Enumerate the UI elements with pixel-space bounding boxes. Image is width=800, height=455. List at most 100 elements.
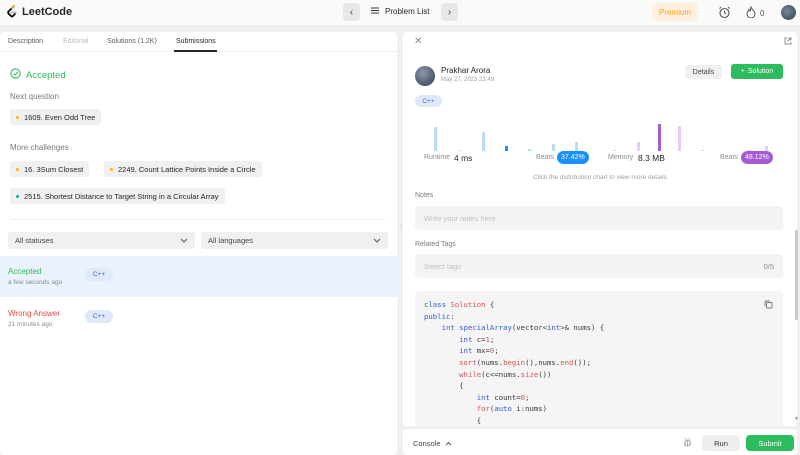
submission-row[interactable]: Wrong Answer 21 minutes ago C++	[0, 298, 397, 339]
premium-button[interactable]: Premium	[652, 3, 698, 21]
runtime-dist-bar	[552, 144, 555, 151]
submission-time: 21 minutes ago	[8, 321, 53, 328]
notes-input[interactable]: Write your notes here	[415, 206, 783, 230]
brand-name: LeetCode	[22, 6, 73, 18]
code-line: class Solution {	[424, 300, 495, 309]
chart-hint: Click the distribution chart to view mor…	[533, 174, 667, 181]
console-toggle[interactable]: Console	[413, 439, 452, 448]
submission-language: C++	[85, 268, 113, 281]
user-avatar[interactable]	[781, 5, 796, 20]
submission-row[interactable]: Accepted a few seconds ago C++	[0, 256, 397, 297]
code-line: while(c<=nums.size())	[459, 369, 552, 379]
alarm-clock-icon[interactable]	[718, 6, 731, 21]
challenge-chip[interactable]: 2249. Count Lattice Points Inside a Circ…	[104, 161, 262, 177]
close-icon[interactable]: ✕	[414, 36, 422, 47]
divider	[10, 219, 385, 220]
leetcode-logo-icon	[6, 5, 18, 19]
top-navbar: LeetCode ‹ Problem List › Premium 0	[0, 0, 800, 26]
console-label: Console	[413, 439, 441, 448]
status-filter-select[interactable]: All statuses	[8, 232, 195, 249]
challenge-title: 16. 3Sum Closest	[24, 164, 84, 174]
memory-dist-bar-selected	[658, 124, 661, 151]
memory-label: Memory	[608, 154, 634, 161]
code-block[interactable]: class Solution { public: int specialArra…	[415, 291, 783, 426]
challenge-chip[interactable]: 16. 3Sum Closest	[10, 161, 90, 177]
difficulty-dot	[16, 167, 19, 171]
open-external-icon[interactable]	[784, 37, 792, 47]
check-circle-icon	[10, 68, 21, 82]
difficulty-dot	[110, 167, 113, 171]
logo[interactable]: LeetCode	[6, 5, 72, 19]
memory-dist-bar	[637, 142, 640, 151]
post-solution-button[interactable]: + Solution	[731, 64, 783, 79]
memory-dist-bar	[613, 150, 616, 151]
runtime-dist-bar	[575, 142, 578, 151]
code-line: {	[424, 381, 464, 391]
tab-editorial[interactable]: Editorial	[63, 38, 88, 45]
notes-label: Notes	[415, 192, 434, 199]
code-line: {	[424, 415, 482, 425]
submission-time: a few seconds ago	[8, 279, 63, 286]
submitter-name[interactable]: Prakhar Arora	[441, 66, 490, 75]
code-line: int c=1;	[459, 334, 495, 344]
more-challenges-label: More challenges	[10, 143, 69, 152]
next-problem-button[interactable]: ›	[441, 3, 458, 21]
submitter-avatar[interactable]	[415, 66, 435, 86]
details-button[interactable]: Details	[685, 65, 722, 79]
flame-icon	[746, 5, 756, 20]
submit-button[interactable]: Submit	[746, 435, 794, 451]
tab-bar: Description Editorial Solutions (1.2K) S…	[0, 32, 397, 52]
tags-count: 0/5	[763, 261, 774, 271]
next-question-chip[interactable]: 1609. Even Odd Tree	[10, 109, 102, 125]
streak-counter[interactable]: 0	[746, 5, 765, 20]
runtime-value: 4 ms	[454, 153, 473, 163]
challenge-chip[interactable]: 2515. Shortest Distance to Target String…	[10, 188, 225, 204]
left-panel: Description Editorial Solutions (1.2K) S…	[0, 32, 397, 455]
streak-count: 0	[760, 8, 765, 18]
copy-icon[interactable]	[764, 300, 773, 311]
next-question-title: 1609. Even Odd Tree	[24, 112, 96, 122]
debug-icon[interactable]	[683, 437, 692, 449]
problem-list-label: Problem List	[385, 7, 430, 16]
difficulty-dot	[16, 115, 19, 119]
runtime-dist-bar	[458, 150, 461, 151]
panel-resize-handle[interactable]: ⋮	[398, 224, 404, 232]
tab-description[interactable]: Description	[8, 38, 43, 45]
runtime-dist-bar	[482, 132, 485, 151]
code-line: sort(nums.begin(),nums.end());	[459, 357, 591, 367]
chevron-up-icon	[445, 439, 452, 448]
submission-status: Accepted	[8, 267, 42, 276]
run-button[interactable]: Run	[702, 435, 740, 451]
chevron-down-icon	[373, 236, 381, 245]
code-line: public:	[424, 311, 455, 321]
status-filter-value: All statuses	[15, 236, 54, 245]
tags-select[interactable]: Select tags 0/5	[415, 254, 783, 278]
active-tab-indicator	[174, 50, 217, 52]
language-filter-select[interactable]: All languages	[201, 232, 388, 249]
chevron-down-icon	[180, 236, 188, 245]
scroll-down-icon[interactable]: ▼	[794, 416, 799, 422]
runtime-dist-bar-selected	[505, 146, 508, 151]
code-line: int mx=0;	[459, 346, 499, 356]
solution-button-label: Solution	[747, 68, 774, 75]
plus-icon: +	[740, 68, 745, 75]
problem-list-link[interactable]: Problem List	[371, 7, 429, 16]
code-line: int count=0;	[476, 392, 530, 402]
memory-dist-bar	[678, 126, 681, 151]
chevron-left-icon: ‹	[349, 6, 354, 18]
difficulty-dot	[16, 194, 19, 198]
code-line: for(auto i:nums)	[476, 404, 548, 414]
result-heading: Accepted	[10, 68, 66, 82]
language-filter-value: All languages	[208, 236, 254, 245]
tab-submissions[interactable]: Submissions	[176, 38, 216, 45]
scrollbar-thumb[interactable]	[795, 230, 798, 320]
tab-solutions[interactable]: Solutions (1.2K)	[107, 38, 157, 45]
related-tags-label: Related Tags	[415, 241, 456, 248]
challenge-title: 2249. Count Lattice Points Inside a Circ…	[118, 164, 256, 174]
submission-status: Wrong Answer	[8, 309, 60, 318]
challenge-title: 2515. Shortest Distance to Target String…	[24, 191, 219, 201]
list-icon	[371, 7, 379, 16]
submission-detail-panel: ✕ Prakhar Arora May 27, 2023 23:49 Detai…	[403, 32, 797, 426]
distribution-chart[interactable]	[403, 114, 797, 151]
prev-problem-button[interactable]: ‹	[343, 3, 360, 21]
